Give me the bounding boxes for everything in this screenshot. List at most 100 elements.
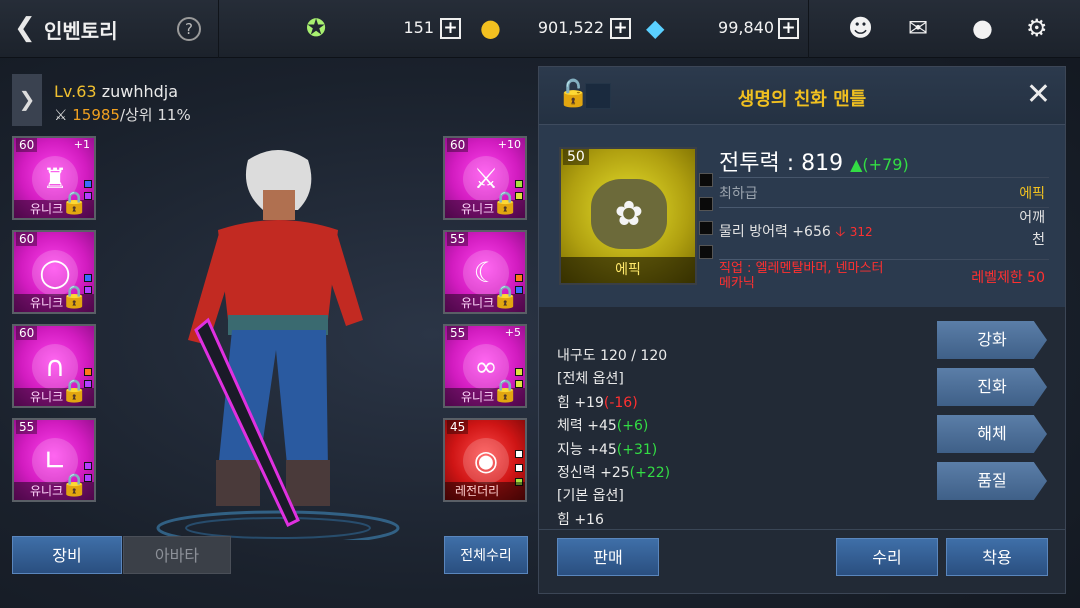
energy-capsule-icon: ✪ xyxy=(306,14,327,42)
slot-grade: 레전더리 xyxy=(445,482,525,500)
item-grade: 에픽 xyxy=(561,257,695,283)
help-button[interactable]: ? xyxy=(177,17,201,41)
lock-icon: 🔒 xyxy=(60,379,88,404)
defense-stat: 물리 방어력 +656 🡣 312 xyxy=(719,221,873,245)
durability: 내구도 120 / 120 xyxy=(557,348,668,364)
arrow-down-icon: 🡣 xyxy=(835,224,846,240)
slot-level: 60 xyxy=(447,138,469,152)
swords-icon: ⚔ xyxy=(54,106,68,124)
equip-slot-pants[interactable]: ∩ 60 유니크 🔒 xyxy=(12,324,96,408)
equip-slot-weapon[interactable]: ⚔ 60 +10 유니크 🔒 xyxy=(443,136,527,220)
equip-slot-necklace[interactable]: ∞ 55 +5 유니크 🔒 xyxy=(443,324,527,408)
equip-slot-boots[interactable]: ∟ 55 유니크 🔒 xyxy=(12,418,96,502)
slot-level: 60 xyxy=(16,138,38,152)
friends-icon[interactable]: ☻ xyxy=(848,13,873,43)
lock-icon: 🔒 xyxy=(60,285,88,310)
gear-icon[interactable]: ⚙ xyxy=(1026,13,1048,43)
lock-icon: 🔒 xyxy=(491,191,519,216)
gem-socket xyxy=(84,274,92,282)
mail-icon[interactable]: ✉ xyxy=(908,13,928,43)
option-line: 체력 +45(+6) xyxy=(557,418,649,435)
option-line: 힘 +19(-16) xyxy=(557,394,638,411)
slot-level: 45 xyxy=(447,420,469,434)
repair-button[interactable]: 수리 xyxy=(836,538,938,576)
equip-slot-ring[interactable]: ◉ 45 레전더리 xyxy=(443,418,527,502)
character-name: zuwhhdja xyxy=(101,82,178,101)
lock-icon: 🔒 xyxy=(491,285,519,310)
sell-button[interactable]: 판매 xyxy=(557,538,659,576)
defense-delta: 312 xyxy=(849,225,873,239)
option-line: 지능 +45(+31) xyxy=(557,441,658,458)
equip-slot-shoulder[interactable]: ☾ 55 유니크 🔒 xyxy=(443,230,527,314)
combat-power-delta: ▲(+79) xyxy=(850,155,909,174)
gem-socket xyxy=(84,180,92,188)
lock-icon: 🔒 xyxy=(60,191,88,216)
gem-socket xyxy=(515,274,523,282)
divider xyxy=(719,177,1049,178)
gold-coin-icon: ● xyxy=(480,14,501,42)
level-label: Lv.63 xyxy=(54,82,97,101)
item-detail-panel: 🔓 생명의 친화 맨틀 ✕ ✿ 50 에픽 전투력 : 819 ▲(+79) 최… xyxy=(538,66,1066,594)
option-line: [기본 옵션] xyxy=(557,488,624,505)
item-level: 50 xyxy=(563,149,589,165)
slot-level: 60 xyxy=(16,232,38,246)
chevron-right-icon: ❯ xyxy=(18,87,36,111)
character-level-name: Lv.63 zuwhhdja xyxy=(54,82,178,101)
slot-level: 55 xyxy=(447,326,469,340)
close-icon[interactable]: ✕ xyxy=(1026,77,1051,112)
gem-socket xyxy=(84,462,92,470)
gem-socket xyxy=(699,221,713,235)
diamond-value: 99,840 xyxy=(718,18,774,37)
mantle-icon: ✿ xyxy=(591,179,667,249)
repair-all-button[interactable]: 전체수리 xyxy=(444,536,528,574)
gem-socket xyxy=(515,450,523,458)
disassemble-button[interactable]: 해체 xyxy=(937,415,1047,453)
add-energy-button[interactable]: + xyxy=(440,18,461,39)
chevron-left-icon: ❮ xyxy=(14,13,36,43)
slot-type: 어깨 천 xyxy=(1019,210,1045,248)
option-line: 정신력 +25(+22) xyxy=(557,465,671,482)
item-summary: ✿ 50 에픽 전투력 : 819 ▲(+79) 최하급 에픽 물리 방어력 +… xyxy=(539,125,1065,307)
gem-socket xyxy=(515,180,523,188)
character-model xyxy=(156,150,400,540)
chat-icon[interactable]: ● xyxy=(972,13,993,43)
back-button[interactable]: ❮ xyxy=(14,14,36,42)
item-options-list[interactable]: 내구도 120 / 120 [전체 옵션] 힘 +19(-16) 체력 +45(… xyxy=(557,345,857,531)
gem-socket xyxy=(699,173,713,187)
lock-icon: 🔒 xyxy=(60,473,88,498)
combat-power-value: 전투력 : 819 xyxy=(719,151,844,176)
gold-value: 901,522 xyxy=(537,18,604,37)
rarity-label: 에픽 xyxy=(1019,186,1045,202)
item-card: ✿ 50 에픽 xyxy=(559,147,713,285)
divider xyxy=(539,529,1065,530)
level-requirement: 레벨제한 50 xyxy=(971,270,1045,286)
diamond-icon: ◆ xyxy=(646,14,665,42)
divider xyxy=(719,259,1049,260)
defense-value: 물리 방어력 +656 xyxy=(719,224,831,240)
equip-slot-belt[interactable]: ◯ 60 유니크 🔒 xyxy=(12,230,96,314)
slot-level: 55 xyxy=(16,420,38,434)
gem-socket xyxy=(84,368,92,376)
equip-slot-chest[interactable]: ♜ 60 +1 유니크 🔒 xyxy=(12,136,96,220)
item-title: 생명의 친화 맨틀 xyxy=(737,89,867,110)
quality-button[interactable]: 품질 xyxy=(937,462,1047,500)
job-requirement: 직업 : 엘레멘탈바머, 넨마스터 메카닉 xyxy=(719,261,884,291)
add-diamond-button[interactable]: + xyxy=(778,18,799,39)
option-line: 힘 +16 xyxy=(557,511,604,528)
option-line: [전체 옵션] xyxy=(557,371,624,388)
divider xyxy=(808,0,809,58)
evolve-button[interactable]: 진화 xyxy=(937,368,1047,406)
top-bar: ❮ 인벤토리 ? ✪ 151 + ● 901,522 + ◆ 99,840 + … xyxy=(0,0,1080,58)
slot-enhance: +5 xyxy=(504,326,521,339)
slot-enhance: +10 xyxy=(497,138,521,151)
gem-socket xyxy=(515,464,523,472)
enhance-button[interactable]: 강화 xyxy=(937,321,1047,359)
divider xyxy=(719,207,1049,208)
expand-character-button[interactable]: ❯ xyxy=(12,74,42,126)
gem-socket xyxy=(515,368,523,376)
add-gold-button[interactable]: + xyxy=(610,18,631,39)
tab-equipment[interactable]: 장비 xyxy=(12,536,122,574)
tab-avatar[interactable]: 아바타 xyxy=(123,536,231,574)
quality-label: 최하급 xyxy=(719,186,758,202)
equip-button[interactable]: 착용 xyxy=(946,538,1048,576)
